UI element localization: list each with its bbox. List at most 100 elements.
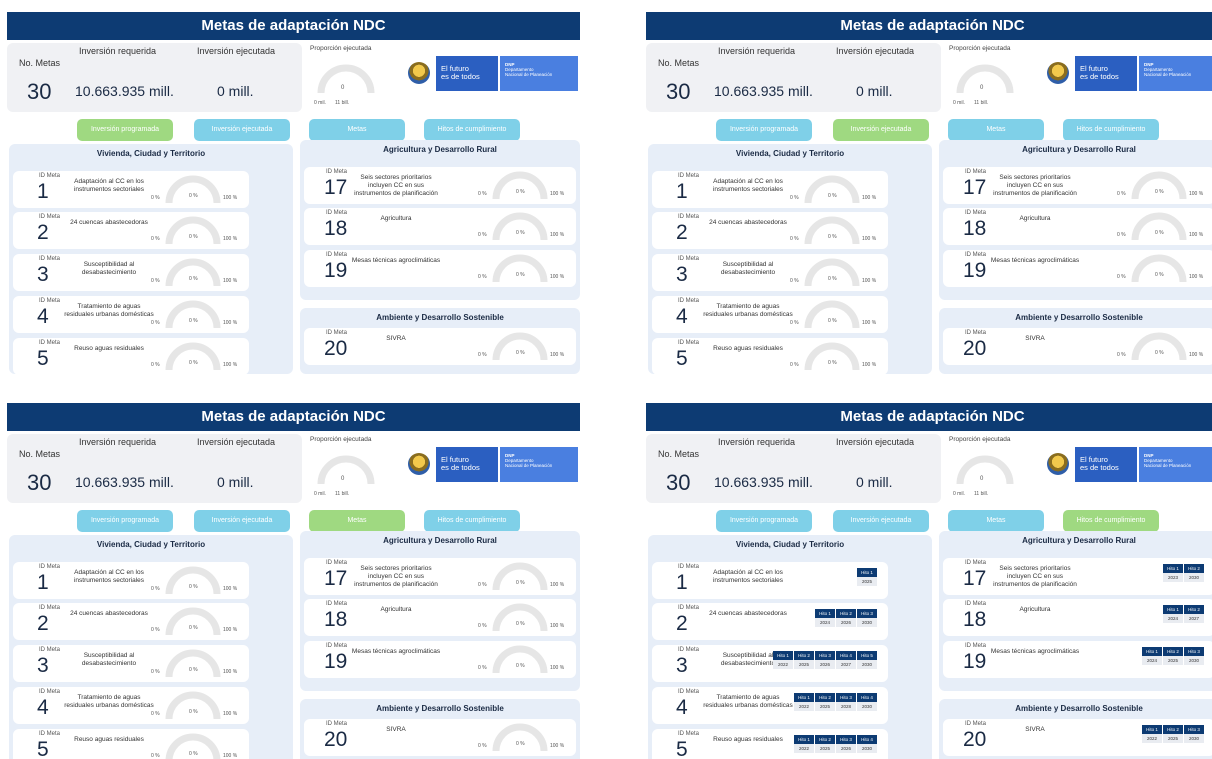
meta-card[interactable]: ID Meta 3 Susceptibilidad al desabasteci… <box>652 645 888 682</box>
hito-year: 2023 <box>1163 573 1183 582</box>
meta-card[interactable]: ID Meta 5 Reuso aguas residuales 0 % 0 %… <box>13 729 249 759</box>
meta-card[interactable]: ID Meta 4 Tratamiento de aguas residuale… <box>652 296 888 333</box>
inversion-requerida-label: Inversión requerida <box>718 46 796 56</box>
meta-card[interactable]: ID Meta 17 Seis sectores prioritarios in… <box>943 167 1212 204</box>
hitos-timeline: Hito 1 Hito 2 Hito 3 2022 2025 2030 <box>1142 725 1204 743</box>
meta-card[interactable]: ID Meta 17 Seis sectores prioritarios in… <box>304 167 576 204</box>
tab-metas[interactable]: Metas <box>309 119 405 141</box>
id-meta-label: ID Meta <box>678 647 700 653</box>
meta-card[interactable]: ID Meta 1 Adaptación al CC en los instru… <box>652 562 888 599</box>
tab-inversion-programada[interactable]: Inversión programada <box>77 510 173 532</box>
meta-card[interactable]: ID Meta 2 24 cuencas abastecedoras Hito … <box>652 603 888 640</box>
meta-id: 4 <box>37 305 49 328</box>
tab-metas[interactable]: Metas <box>948 510 1044 532</box>
meta-card[interactable]: ID Meta 1 Adaptación al CC en los instru… <box>13 562 249 599</box>
meta-card[interactable]: ID Meta 5 Reuso aguas residuales 0 % 0 %… <box>652 338 888 375</box>
meta-description: 24 cuencas abastecedoras <box>709 610 787 617</box>
meta-card[interactable]: ID Meta 2 24 cuencas abastecedoras 0 % 0… <box>13 212 249 249</box>
meta-card[interactable]: ID Meta 18 Agricultura 0 % 0 % 100 % <box>304 208 576 245</box>
tab-hitos-de-cumplimiento[interactable]: Hitos de cumplimiento <box>424 510 520 532</box>
tab-metas[interactable]: Metas <box>309 510 405 532</box>
meta-card[interactable]: ID Meta 17 Seis sectores prioritarios in… <box>304 558 576 595</box>
meta-card[interactable]: ID Meta 19 Mesas técnicas agroclimáticas… <box>304 250 576 287</box>
meta-id: 2 <box>37 221 49 244</box>
meta-card[interactable]: ID Meta 17 Seis sectores prioritarios in… <box>943 558 1212 595</box>
id-meta-label: ID Meta <box>39 256 61 262</box>
gauge-max: 100 % <box>862 362 877 368</box>
id-meta-label: ID Meta <box>678 173 700 179</box>
section-title: Vivienda, Ciudad y Territorio <box>96 149 206 158</box>
section-title: Vivienda, Ciudad y Territorio <box>735 149 845 158</box>
gauge-value: 0 % <box>828 318 837 324</box>
id-meta-label: ID Meta <box>326 560 348 566</box>
meta-card[interactable]: ID Meta 18 Agricultura Hito 1 Hito 2 2024 2… <box>943 599 1212 636</box>
section-vivienda: Vivienda, Ciudad y Territorio ID Meta 1 … <box>9 144 293 375</box>
meta-card[interactable]: ID Meta 3 Susceptibilidad al desabasteci… <box>13 645 249 682</box>
tab-inversion-ejecutada[interactable]: Inversión ejecutada <box>194 119 290 141</box>
tab-inversion-ejecutada[interactable]: Inversión ejecutada <box>833 510 929 532</box>
meta-card[interactable]: ID Meta 20 SIVRA 0 % 0 % 100 % <box>304 719 576 756</box>
tab-hitos-de-cumplimiento[interactable]: Hitos de cumplimiento <box>424 119 520 141</box>
hitos-timeline: Hito 1 Hito 2 Hito 3 2024 2026 2030 <box>815 609 877 627</box>
meta-card[interactable]: ID Meta 18 Agricultura 0 % 0 % 100 % <box>943 208 1212 245</box>
tab-inversion-ejecutada[interactable]: Inversión ejecutada <box>194 510 290 532</box>
hitos-timeline: Hito 1 2025 <box>857 568 877 586</box>
meta-description: Reuso aguas residuales <box>74 345 144 352</box>
tab-inversion-ejecutada[interactable]: Inversión ejecutada <box>833 119 929 141</box>
meta-card[interactable]: ID Meta 20 SIVRA Hito 1 Hito 2 Hito 3 2022 2… <box>943 719 1212 756</box>
gauge-max: 100 % <box>550 665 565 671</box>
progress-gauge <box>804 174 860 209</box>
id-meta-label: ID Meta <box>678 340 700 346</box>
dnp-label: DNP <box>505 62 515 67</box>
id-meta-label: ID Meta <box>678 256 700 262</box>
meta-card[interactable]: ID Meta 5 Reuso aguas residuales 0 % 0 %… <box>13 338 249 375</box>
meta-card[interactable]: ID Meta 4 Tratamiento de aguas residuale… <box>652 687 888 724</box>
tab-hitos-de-cumplimiento[interactable]: Hitos de cumplimiento <box>1063 119 1159 141</box>
logo-slogan: El futuro es de todos <box>436 56 498 91</box>
tab-inversion-programada[interactable]: Inversión programada <box>716 119 812 141</box>
proporcion-gauge: Proporción ejecutada 0 0 mil. 11 bill. <box>307 43 387 112</box>
meta-card[interactable]: ID Meta 19 Mesas técnicas agroclimáticas… <box>304 641 576 678</box>
progress-gauge <box>165 690 221 725</box>
meta-id: 3 <box>676 263 688 286</box>
tab-metas[interactable]: Metas <box>948 119 1044 141</box>
meta-id: 4 <box>676 696 688 719</box>
logo-line2: es de todos <box>441 463 480 472</box>
tab-inversion-programada[interactable]: Inversión programada <box>716 510 812 532</box>
meta-card[interactable]: ID Meta 1 Adaptación al CC en los instru… <box>13 171 249 208</box>
meta-description: Susceptibilidad al desabastecimiento <box>81 261 137 276</box>
meta-card[interactable]: ID Meta 3 Susceptibilidad al desabasteci… <box>652 254 888 291</box>
meta-card[interactable]: ID Meta 18 Agricultura 0 % 0 % 100 % <box>304 599 576 636</box>
tab-inversion-programada[interactable]: Inversión programada <box>77 119 173 141</box>
coat-of-arms-icon <box>1047 62 1069 84</box>
meta-card[interactable]: ID Meta 3 Susceptibilidad al desabasteci… <box>13 254 249 291</box>
meta-card[interactable]: ID Meta 4 Tratamiento de aguas residuale… <box>13 296 249 333</box>
meta-id: 3 <box>37 263 49 286</box>
meta-card[interactable]: ID Meta 20 SIVRA 0 % 0 % 100 % <box>943 328 1212 365</box>
meta-card[interactable]: ID Meta 20 SIVRA 0 % 0 % 100 % <box>304 328 576 365</box>
gauge-max: 100 % <box>1189 352 1204 358</box>
hito-label: Hito 1 <box>815 609 835 618</box>
gauge-max: 100 % <box>862 195 877 201</box>
tab-bar: Inversión programada Inversión ejecutada M… <box>646 119 1212 141</box>
inversion-ejecutada-value: 0 mill. <box>856 83 893 99</box>
meta-card[interactable]: ID Meta 2 24 cuencas abastecedoras 0 % 0… <box>13 603 249 640</box>
meta-card[interactable]: ID Meta 19 Mesas técnicas agroclimáticas… <box>943 250 1212 287</box>
section-ambiente: Ambiente y Desarrollo Sostenible ID Meta… <box>300 699 580 759</box>
meta-card[interactable]: ID Meta 4 Tratamiento de aguas residuale… <box>13 687 249 724</box>
hito-year: 2030 <box>857 618 877 627</box>
meta-card[interactable]: ID Meta 1 Adaptación al CC en los instru… <box>652 171 888 208</box>
meta-card[interactable]: ID Meta 19 Mesas técnicas agroclimáticas… <box>943 641 1212 678</box>
id-meta-label: ID Meta <box>326 721 348 727</box>
meta-card[interactable]: ID Meta 5 Reuso aguas residuales Hito 1H… <box>652 729 888 759</box>
meta-id: 1 <box>676 571 688 594</box>
gauge-value: 0 % <box>189 751 198 757</box>
tab-hitos-de-cumplimiento[interactable]: Hitos de cumplimiento <box>1063 510 1159 532</box>
progress-gauge <box>165 174 221 209</box>
gauge-min: 0 % <box>151 195 160 201</box>
inversion-ejecutada-value: 0 mill. <box>217 83 254 99</box>
meta-description: Reuso aguas residuales <box>713 345 783 352</box>
meta-card[interactable]: ID Meta 2 24 cuencas abastecedoras 0 % 0… <box>652 212 888 249</box>
logo-line1: El futuro <box>1080 64 1108 73</box>
hito-label: Hito 4 <box>857 735 877 744</box>
